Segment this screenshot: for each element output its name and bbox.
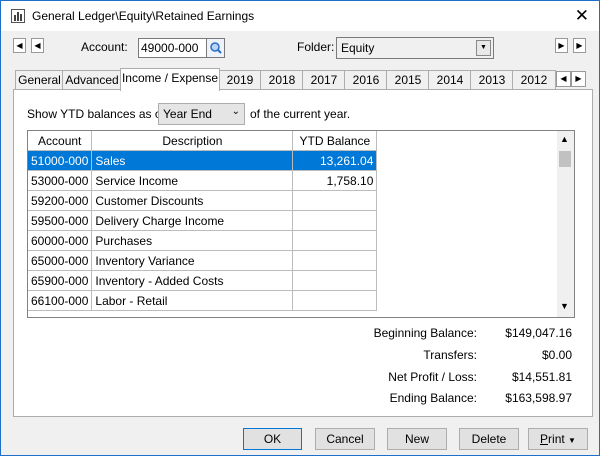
chevron-down-icon: ⌄ [231, 106, 240, 117]
transfers-label: Transfers: [423, 348, 477, 362]
cell-account: 59200-000 [28, 190, 93, 211]
new-button[interactable]: New [387, 428, 447, 450]
ytd-prefix-label: Show YTD balances as of [27, 107, 165, 121]
tab-2016[interactable]: 2016 [344, 70, 388, 90]
folder-value: Equity [341, 41, 375, 55]
ending-balance-label: Ending Balance: [389, 391, 477, 405]
folder-select[interactable]: Equity ▼ [336, 37, 494, 59]
table-row[interactable]: 51000-000 Sales 13,261.04 [28, 150, 378, 171]
cell-account: 66100-000 [28, 290, 93, 311]
tab-2012[interactable]: 2012 [512, 70, 556, 90]
cancel-button[interactable]: Cancel [315, 428, 375, 450]
cell-account: 59500-000 [28, 210, 93, 231]
cell-ytd-balance [292, 290, 378, 311]
tab-income-expense[interactable]: Income / Expense [120, 68, 220, 91]
ytd-period-select[interactable]: Year End ⌄ [158, 103, 245, 125]
cell-account: 60000-000 [28, 230, 93, 251]
account-lookup-button[interactable] [206, 38, 225, 58]
cell-description: Inventory Variance [91, 250, 294, 271]
accounts-grid[interactable]: Account Description YTD Balance 51000-00… [27, 130, 575, 318]
ytd-suffix-label: of the current year. [250, 107, 351, 121]
table-row[interactable]: 59200-000 Customer Discounts [28, 190, 378, 211]
table-row[interactable]: 60000-000 Purchases [28, 230, 378, 251]
tab-scroll-left-icon: ◀ [560, 74, 567, 83]
ledger-app-icon [11, 9, 25, 23]
table-row[interactable]: 65000-000 Inventory Variance [28, 250, 378, 271]
account-label: Account: [81, 40, 128, 54]
table-row[interactable]: 66100-000 Labor - Retail [28, 290, 378, 311]
cell-account: 51000-000 [28, 150, 93, 171]
scrollbar-thumb[interactable] [559, 151, 571, 167]
first-record-icon: ◀ [16, 41, 23, 50]
net-profit-loss-label: Net Profit / Loss: [388, 370, 477, 384]
tab-2017[interactable]: 2017 [302, 70, 346, 90]
tab-2019[interactable]: 2019 [218, 70, 262, 90]
ending-balance-value: $163,598.97 [505, 391, 572, 405]
scroll-down-icon[interactable]: ▼ [560, 301, 569, 311]
cell-description: Purchases [91, 230, 294, 251]
tab-scroll-right-icon: ▶ [575, 74, 582, 83]
title-bar: General Ledger\Equity\Retained Earnings … [1, 1, 599, 31]
cell-ytd-balance [292, 210, 378, 231]
accounts-table: Account Description YTD Balance 51000-00… [28, 131, 378, 311]
cell-description: Delivery Charge Income [91, 210, 294, 231]
beginning-balance-value: $149,047.16 [505, 326, 572, 340]
cell-ytd-balance: 13,261.04 [292, 150, 378, 171]
cell-account: 65000-000 [28, 250, 93, 271]
beginning-balance-label: Beginning Balance: [373, 326, 477, 340]
column-header-ytd-balance[interactable]: YTD Balance [292, 131, 378, 151]
cell-ytd-balance [292, 250, 378, 271]
table-row[interactable]: 53000-000 Service Income 1,758.10 [28, 170, 378, 191]
cell-description: Inventory - Added Costs [91, 270, 294, 291]
cell-account: 53000-000 [28, 170, 93, 191]
next-record-button[interactable]: ▶ [555, 38, 568, 53]
cell-ytd-balance [292, 230, 378, 251]
general-ledger-window: General Ledger\Equity\Retained Earnings … [0, 0, 600, 456]
print-button[interactable]: Print ▼ [528, 428, 588, 450]
cell-description: Labor - Retail [91, 290, 294, 311]
tab-advanced[interactable]: Advanced [62, 70, 122, 90]
previous-record-button[interactable]: ◀ [31, 38, 44, 53]
previous-record-icon: ◀ [34, 41, 41, 50]
print-dropdown-icon: ▼ [568, 436, 576, 445]
column-header-description[interactable]: Description [91, 131, 294, 151]
last-record-icon: ▶ [576, 41, 583, 50]
column-header-account[interactable]: Account [28, 131, 93, 151]
tab-scroll-right-button[interactable]: ▶ [571, 71, 586, 87]
folder-label: Folder: [297, 40, 335, 54]
table-row[interactable]: 65900-000 Inventory - Added Costs [28, 270, 378, 291]
table-row[interactable]: 59500-000 Delivery Charge Income [28, 210, 378, 231]
close-icon[interactable]: ✕ [575, 6, 589, 26]
window-title: General Ledger\Equity\Retained Earnings [32, 9, 255, 23]
net-profit-loss-value: $14,551.81 [511, 370, 572, 384]
tab-scroll-left-button[interactable]: ◀ [556, 71, 571, 87]
delete-button[interactable]: Delete [459, 428, 519, 450]
grid-vertical-scrollbar[interactable]: ▲ ▼ [557, 131, 574, 317]
tab-general[interactable]: General [15, 70, 64, 90]
transfers-value: $0.00 [541, 348, 572, 362]
cell-ytd-balance [292, 190, 378, 211]
tab-2013[interactable]: 2013 [470, 70, 514, 90]
next-record-icon: ▶ [558, 41, 565, 50]
cell-description: Customer Discounts [91, 190, 294, 211]
first-record-button[interactable]: ◀ [13, 38, 26, 53]
account-field[interactable]: 49000-000 [138, 38, 210, 58]
cell-description: Sales [91, 150, 294, 171]
search-icon [210, 42, 222, 54]
tab-2015[interactable]: 2015 [386, 70, 430, 90]
tab-2014[interactable]: 2014 [428, 70, 472, 90]
cell-ytd-balance: 1,758.10 [292, 170, 378, 191]
cell-ytd-balance [292, 270, 378, 291]
last-record-button[interactable]: ▶ [573, 38, 586, 53]
print-mnemonic: P [540, 432, 549, 446]
ok-button[interactable]: OK [243, 428, 302, 450]
cell-description: Service Income [91, 170, 294, 191]
dropdown-arrow-icon: ▼ [476, 40, 491, 56]
tab-2018[interactable]: 2018 [260, 70, 304, 90]
ytd-period-value: Year End [163, 107, 212, 121]
print-label: rint [548, 432, 565, 446]
cell-account: 65900-000 [28, 270, 93, 291]
scroll-up-icon[interactable]: ▲ [560, 134, 569, 144]
